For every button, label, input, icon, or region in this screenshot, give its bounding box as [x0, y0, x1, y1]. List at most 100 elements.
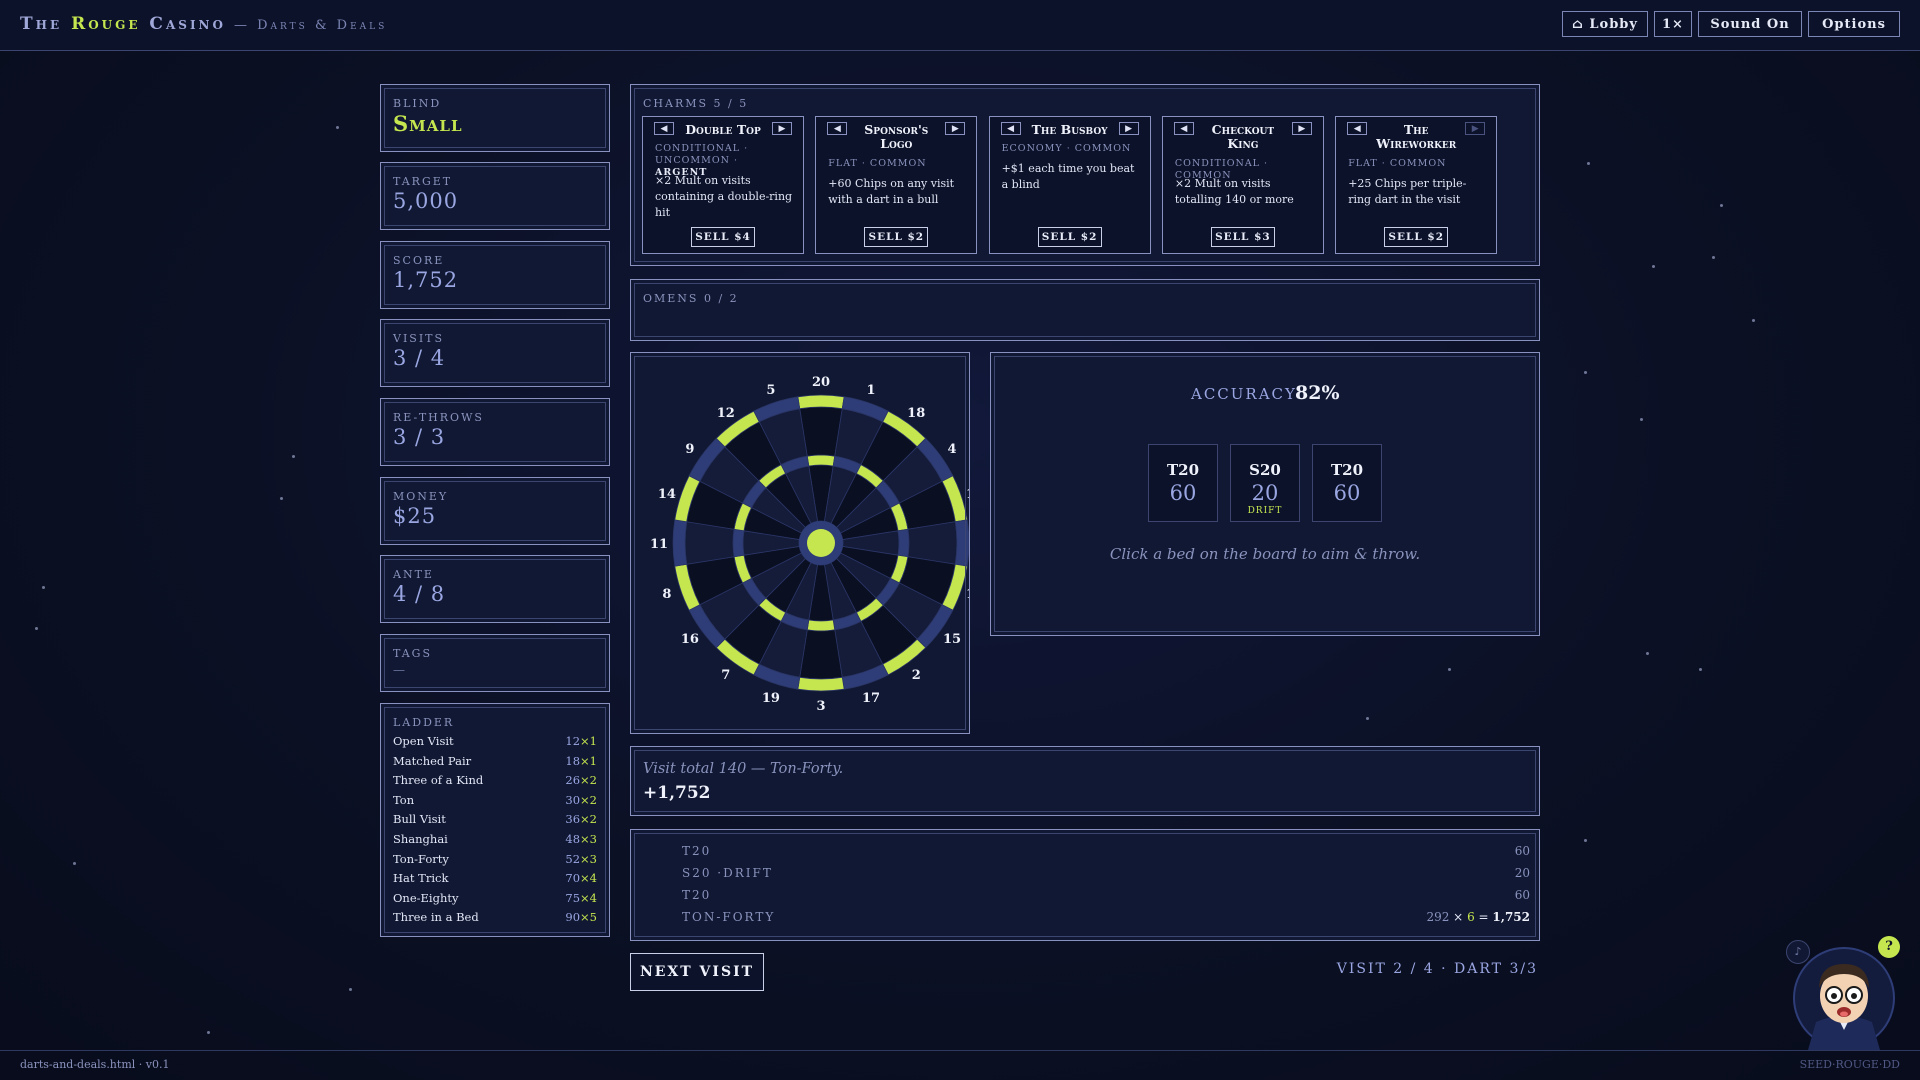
board-triple-3[interactable]	[806, 619, 836, 632]
blind-value: Small	[393, 111, 463, 136]
charm-card[interactable]: ◀ Double Top ▶ Conditional · Uncommon · Arg…	[642, 116, 804, 254]
board-number-label: 3	[816, 699, 825, 714]
charm-description: ×2 Mult on visits containing a double-ri…	[655, 174, 793, 219]
footer-divider	[0, 1050, 1920, 1051]
ladder-row-base: 90	[565, 910, 581, 925]
ante-value: 4 / 8	[393, 582, 446, 606]
board-number-label: 19	[762, 691, 780, 706]
ladder-row-base: 12	[565, 734, 581, 748]
rethrows-value: 3 / 3	[393, 425, 446, 449]
ladder-row: Open Visit 12×1	[393, 734, 597, 753]
bullseye[interactable]	[807, 529, 835, 557]
ladder-row-value: 18×1	[565, 754, 597, 768]
charm-meta-text: Economy · Common	[1001, 143, 1132, 154]
charm-meta: Economy · Common	[1002, 143, 1140, 155]
visits-panel: Visits 3 / 4	[380, 319, 610, 387]
tags-label: Tags	[393, 647, 433, 660]
dartboard-panel: 2011841361015217319716811149125	[630, 352, 970, 734]
throw-code: S20	[1249, 461, 1281, 479]
move-right-icon[interactable]: ▶	[772, 122, 792, 135]
log-row-amount: 60	[1514, 888, 1530, 902]
throw-slot: T20 60	[1148, 444, 1218, 522]
charm-description: +25 Chips per triple-ring dart in the vi…	[1348, 177, 1467, 206]
score-label: Score	[393, 254, 445, 267]
board-double-11[interactable]	[672, 519, 688, 567]
charm-title: The Wireworker	[1376, 122, 1457, 151]
brand-accent: Rouge	[71, 14, 141, 34]
charm-meta: Flat · Common	[828, 158, 966, 170]
charm-card[interactable]: ◀ The Wireworker ▶ Flat · Common +25 Chips p…	[1335, 116, 1498, 254]
ladder-row: Shanghai 48×3	[393, 832, 597, 851]
options-button[interactable]: Options	[1808, 11, 1900, 37]
sell-charm-button[interactable]: Sell $4	[691, 227, 755, 247]
move-left-icon[interactable]: ◀	[1173, 122, 1194, 135]
board-triple-20[interactable]	[806, 454, 836, 467]
ante-label: Ante	[393, 568, 434, 581]
move-left-icon[interactable]: ◀	[1000, 122, 1021, 135]
visit-summary: Visit total 140 — Ton-Forty.	[643, 761, 844, 777]
ladder-row-mult: ×3	[580, 832, 597, 846]
ladder-row-value: 52×3	[565, 852, 597, 866]
charm-card[interactable]: ◀ Checkout King ▶ Conditional · Common ×2 Mu…	[1161, 116, 1324, 254]
score-panel: Score 1,752	[380, 241, 610, 309]
score-value: 1,752	[393, 268, 459, 292]
omens-panel: Omens 0 / 2	[630, 279, 1540, 341]
board-number-label: 12	[717, 406, 735, 421]
move-left-icon[interactable]: ◀	[1347, 122, 1368, 135]
ladder-row: Three of a Kind 26×2	[393, 773, 597, 792]
brand-suffix: Casino	[140, 14, 226, 34]
throw-slot: T20 60	[1312, 444, 1382, 522]
blind-label: Blind	[393, 97, 442, 110]
ladder-row-value: 30×2	[565, 793, 597, 807]
charm-title: Double Top	[685, 122, 761, 137]
ladder-row-value: 70×4	[565, 871, 597, 885]
board-number-label: 11	[650, 537, 668, 552]
ladder-row-name: Bull Visit	[393, 812, 446, 827]
board-triple-11[interactable]	[732, 528, 745, 558]
move-right-icon[interactable]: ▶	[1291, 122, 1312, 135]
board-double-20[interactable]	[797, 394, 845, 410]
target-value: 5,000	[393, 189, 459, 213]
log-total-score: 1,752	[1492, 910, 1530, 924]
sell-charm-button[interactable]: Sell $2	[1037, 227, 1102, 247]
log-row: T20 60	[682, 844, 1530, 864]
ladder-row-mult: ×1	[580, 753, 597, 768]
mascot[interactable]: ♪ ?	[1786, 936, 1904, 1050]
log-row: S20 ·drift 20	[682, 866, 1530, 886]
move-right-icon[interactable]: ▶	[945, 122, 966, 135]
ladder-row-mult: ×4	[580, 890, 597, 905]
log-total-times: ×	[1453, 910, 1464, 924]
ladder-row-mult: ×2	[580, 792, 597, 807]
board-double-6[interactable]	[954, 519, 969, 567]
board-number-label: 14	[658, 487, 676, 502]
sell-charm-button[interactable]: Sell $2	[864, 227, 929, 247]
speed-button[interactable]: 1×	[1654, 11, 1692, 37]
charm-card[interactable]: ◀ The Busboy ▶ Economy · Common +$1 each tim…	[988, 116, 1151, 254]
blind-panel: Blind Small	[380, 84, 610, 152]
move-left-icon[interactable]: ◀	[827, 122, 848, 135]
move-right-icon[interactable]: ▶	[1465, 122, 1486, 135]
sell-charm-button[interactable]: Sell $3	[1210, 227, 1275, 247]
next-visit-button[interactable]: Next Visit	[630, 953, 764, 991]
sell-charm-button[interactable]: Sell $2	[1384, 227, 1449, 247]
charm-description: +$1 each time you beat a blind	[1001, 162, 1135, 191]
mascot-avatar-icon	[1793, 947, 1895, 1050]
board-double-3[interactable]	[797, 676, 845, 692]
aim-hint: Click a bed on the board to aim & throw.	[1109, 545, 1421, 563]
tags-panel: Tags —	[380, 634, 610, 692]
ante-panel: Ante 4 / 8	[380, 555, 610, 623]
accuracy-value: 82%	[1295, 382, 1340, 404]
move-right-icon[interactable]: ▶	[1118, 122, 1139, 135]
ladder-row-name: Shanghai	[393, 832, 448, 846]
visit-status: Visit 2 / 4 · Dart 3/3	[1336, 961, 1538, 977]
ladder-row: Hat Trick 70×4	[393, 871, 597, 890]
brand-title: The Rouge Casino — Darts & Deals	[20, 14, 387, 34]
charm-title: The Busboy	[1031, 122, 1108, 137]
lobby-button[interactable]: ⌂ Lobby	[1562, 11, 1648, 37]
board-triple-6[interactable]	[897, 528, 910, 558]
sound-toggle-button[interactable]: Sound On	[1698, 11, 1802, 37]
charm-card[interactable]: ◀ Sponsor's Logo ▶ Flat · Common +60 Chips o…	[815, 116, 978, 254]
move-left-icon[interactable]: ◀	[654, 122, 674, 135]
dartboard[interactable]: 2011841361015217319716811149125	[631, 353, 969, 733]
footer-file: darts-and-deals.html · v0.1	[20, 1058, 170, 1071]
